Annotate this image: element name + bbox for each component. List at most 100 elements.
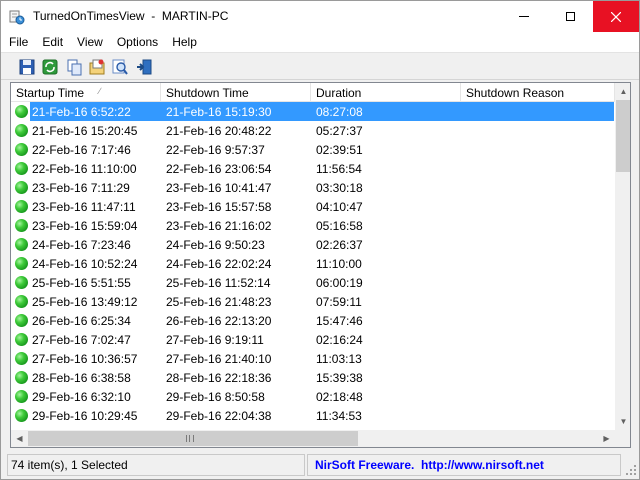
resize-grip-icon[interactable] xyxy=(625,464,637,476)
green-status-icon xyxy=(15,390,28,403)
table-row[interactable]: 29-Feb-16 10:29:45 29-Feb-16 22:04:38 11:3… xyxy=(11,406,615,425)
menu-help[interactable]: Help xyxy=(165,32,204,52)
shutdown-time-cell: 22-Feb-16 23:06:54 xyxy=(166,162,272,176)
shutdown-time-cell: 25-Feb-16 21:48:23 xyxy=(166,295,272,309)
menu-edit[interactable]: Edit xyxy=(35,32,70,52)
duration-cell: 03:30:18 xyxy=(316,181,363,195)
column-reason-label: Shutdown Reason xyxy=(466,86,565,100)
duration-cell: 15:47:46 xyxy=(316,314,363,328)
table-row[interactable]: 27-Feb-16 7:02:47 27-Feb-16 9:19:11 02:16:… xyxy=(11,330,615,349)
maximize-icon xyxy=(565,12,575,21)
startup-time-cell: 29-Feb-16 10:29:45 xyxy=(32,409,138,423)
horizontal-scroll-thumb[interactable] xyxy=(28,431,358,446)
duration-cell: 15:39:38 xyxy=(316,371,363,385)
duration-cell: 02:26:37 xyxy=(316,238,363,252)
exit-icon[interactable] xyxy=(135,58,153,76)
table-row[interactable]: 22-Feb-16 11:10:00 22-Feb-16 23:06:54 11:5… xyxy=(11,159,615,178)
app-window: TurnedOnTimesView - MARTIN-PC File Edit … xyxy=(0,0,640,480)
status-item-count: 74 item(s), 1 Selected xyxy=(7,454,305,476)
shutdown-time-cell: 24-Feb-16 9:50:23 xyxy=(166,238,265,252)
shutdown-time-cell: 26-Feb-16 22:13:20 xyxy=(166,314,272,328)
startup-time-cell: 21-Feb-16 15:20:45 xyxy=(32,124,138,138)
vertical-scrollbar[interactable]: ▲ ▼ xyxy=(615,83,630,430)
list-rows: 21-Feb-16 6:52:22 21-Feb-16 15:19:30 08:27… xyxy=(11,102,615,430)
duration-cell: 11:10:00 xyxy=(316,257,362,271)
green-status-icon xyxy=(15,257,28,270)
startup-time-cell: 27-Feb-16 10:36:57 xyxy=(32,352,138,366)
table-row[interactable]: 23-Feb-16 15:59:04 23-Feb-16 21:16:02 05:1… xyxy=(11,216,615,235)
maximize-button[interactable] xyxy=(547,1,593,32)
table-row[interactable]: 24-Feb-16 10:52:24 24-Feb-16 22:02:24 11:1… xyxy=(11,254,615,273)
green-status-icon xyxy=(15,162,28,175)
table-row[interactable]: 29-Feb-16 6:32:10 29-Feb-16 8:50:58 02:18:… xyxy=(11,387,615,406)
minimize-button[interactable] xyxy=(501,1,547,32)
menu-file[interactable]: File xyxy=(1,32,35,52)
startup-time-cell: 23-Feb-16 15:59:04 xyxy=(32,219,138,233)
green-status-icon xyxy=(15,371,28,384)
duration-cell: 05:16:58 xyxy=(316,219,363,233)
window-title: TurnedOnTimesView - MARTIN-PC xyxy=(33,9,229,23)
shutdown-time-cell: 25-Feb-16 11:52:14 xyxy=(166,276,271,290)
table-row[interactable]: 22-Feb-16 7:17:46 22-Feb-16 9:57:37 02:39:… xyxy=(11,140,615,159)
status-bar: 74 item(s), 1 Selected NirSoft Freeware.… xyxy=(1,453,639,479)
duration-cell: 02:16:24 xyxy=(316,333,363,347)
scroll-up-icon[interactable]: ▲ xyxy=(615,83,630,100)
shutdown-time-cell: 24-Feb-16 22:02:24 xyxy=(166,257,272,271)
startup-time-cell: 21-Feb-16 6:52:22 xyxy=(32,105,131,119)
horizontal-scrollbar[interactable]: ◀ ▶ xyxy=(11,430,615,447)
nirsoft-link[interactable]: NirSoft Freeware. http://www.nirsoft.net xyxy=(307,454,621,476)
refresh-icon[interactable] xyxy=(41,58,59,76)
duration-cell: 02:39:51 xyxy=(316,143,363,157)
table-row[interactable]: 26-Feb-16 6:25:34 26-Feb-16 22:13:20 15:47… xyxy=(11,311,615,330)
table-row[interactable]: 24-Feb-16 7:23:46 24-Feb-16 9:50:23 02:26:… xyxy=(11,235,615,254)
table-row[interactable]: 25-Feb-16 13:49:12 25-Feb-16 21:48:23 07:5… xyxy=(11,292,615,311)
startup-time-cell: 29-Feb-16 6:32:10 xyxy=(32,390,131,404)
table-row[interactable]: 25-Feb-16 5:51:55 25-Feb-16 11:52:14 06:00… xyxy=(11,273,615,292)
startup-time-cell: 22-Feb-16 7:17:46 xyxy=(32,143,131,157)
shutdown-time-cell: 21-Feb-16 15:19:30 xyxy=(166,105,272,119)
green-status-icon xyxy=(15,200,28,213)
copy-icon[interactable] xyxy=(65,58,83,76)
green-status-icon xyxy=(15,333,28,346)
green-status-icon xyxy=(15,314,28,327)
duration-cell: 04:10:47 xyxy=(316,200,363,214)
find-icon[interactable] xyxy=(111,58,129,76)
startup-time-cell: 23-Feb-16 7:11:29 xyxy=(32,181,130,195)
startup-time-cell: 28-Feb-16 6:38:58 xyxy=(32,371,131,385)
scroll-down-icon[interactable]: ▼ xyxy=(615,413,630,430)
scroll-right-icon[interactable]: ▶ xyxy=(598,430,615,447)
green-status-icon xyxy=(15,238,28,251)
column-startup-label: Startup Time xyxy=(16,86,85,100)
table-row[interactable]: 23-Feb-16 7:11:29 23-Feb-16 10:41:47 03:30… xyxy=(11,178,615,197)
column-shutdown-reason[interactable]: Shutdown Reason xyxy=(461,83,615,102)
menu-options[interactable]: Options xyxy=(110,32,165,52)
table-row[interactable]: 21-Feb-16 6:52:22 21-Feb-16 15:19:30 08:27… xyxy=(11,102,615,121)
column-startup-time[interactable]: Startup Time ∕ xyxy=(11,83,161,102)
title-bar[interactable]: TurnedOnTimesView - MARTIN-PC xyxy=(1,1,639,32)
duration-cell: 11:56:54 xyxy=(316,162,362,176)
scroll-left-icon[interactable]: ◀ xyxy=(11,430,28,447)
column-duration[interactable]: Duration xyxy=(311,83,461,102)
shutdown-time-cell: 27-Feb-16 21:40:10 xyxy=(166,352,272,366)
table-row[interactable]: 21-Feb-16 15:20:45 21-Feb-16 20:48:22 05:2… xyxy=(11,121,615,140)
shutdown-time-cell: 21-Feb-16 20:48:22 xyxy=(166,124,272,138)
duration-cell: 02:18:48 xyxy=(316,390,363,404)
save-icon[interactable] xyxy=(18,58,36,76)
scroll-grip-icon xyxy=(186,435,194,442)
menu-view[interactable]: View xyxy=(70,32,110,52)
green-status-icon xyxy=(15,276,28,289)
table-row[interactable]: 27-Feb-16 10:36:57 27-Feb-16 21:40:10 11:0… xyxy=(11,349,615,368)
times-list[interactable]: Startup Time ∕ Shutdown Time Duration Sh… xyxy=(10,82,631,448)
startup-time-cell: 25-Feb-16 13:49:12 xyxy=(32,295,138,309)
green-status-icon xyxy=(15,181,28,194)
close-button[interactable] xyxy=(593,1,639,32)
vertical-scroll-thumb[interactable] xyxy=(616,100,630,172)
shutdown-time-cell: 23-Feb-16 15:57:58 xyxy=(166,200,272,214)
html-report-icon[interactable] xyxy=(88,58,106,76)
shutdown-time-cell: 27-Feb-16 9:19:11 xyxy=(166,333,264,347)
app-icon xyxy=(9,10,25,25)
column-shutdown-time[interactable]: Shutdown Time xyxy=(161,83,311,102)
table-row[interactable]: 23-Feb-16 11:47:11 23-Feb-16 15:57:58 04:1… xyxy=(11,197,615,216)
scroll-corner xyxy=(615,430,630,447)
table-row[interactable]: 28-Feb-16 6:38:58 28-Feb-16 22:18:36 15:39… xyxy=(11,368,615,387)
